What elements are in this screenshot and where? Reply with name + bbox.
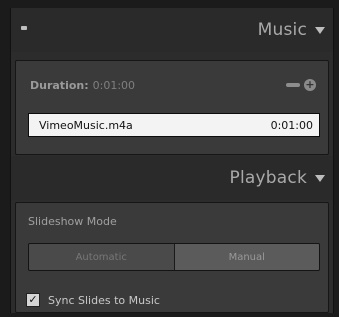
music-panel: Duration: 0:01:00 + VimeoMusic.m4a 0:01:… <box>15 60 329 155</box>
duration-label: Duration: <box>30 78 89 92</box>
music-section-header[interactable]: Music <box>11 8 333 52</box>
playback-section-title: Playback <box>229 168 307 188</box>
sync-slides-checkbox[interactable]: ✓ <box>26 293 40 307</box>
collapse-icon[interactable] <box>21 26 27 30</box>
track-name: VimeoMusic.m4a <box>39 118 133 132</box>
duration-value: 0:01:00 <box>92 78 136 92</box>
sync-slides-label: Sync Slides to Music <box>48 293 160 307</box>
track-time: 0:01:00 <box>270 118 313 132</box>
duration-row: Duration: 0:01:00 + <box>30 75 320 95</box>
slideshow-mode-segmented-control: Automatic Manual <box>28 243 320 271</box>
lightroom-slideshow-panel: Music Duration: 0:01:00 + VimeoMusic.m4a… <box>10 8 334 313</box>
slideshow-mode-label: Slideshow Mode <box>28 215 117 228</box>
disclosure-triangle-icon[interactable] <box>315 174 325 182</box>
mode-automatic-button[interactable]: Automatic <box>29 244 175 270</box>
playback-panel: Slideshow Mode Automatic Manual ✓ Sync S… <box>15 202 329 313</box>
playback-section-header[interactable]: Playback <box>11 156 333 200</box>
mode-manual-button[interactable]: Manual <box>174 244 319 270</box>
music-track-row[interactable]: VimeoMusic.m4a 0:01:00 <box>28 113 320 137</box>
checkmark-icon: ✓ <box>28 293 38 306</box>
music-section-title: Music <box>257 20 307 40</box>
sync-slides-row[interactable]: ✓ Sync Slides to Music <box>26 291 160 309</box>
minus-icon[interactable] <box>286 83 300 87</box>
disclosure-triangle-icon[interactable] <box>315 26 325 34</box>
plus-icon[interactable]: + <box>304 79 316 91</box>
